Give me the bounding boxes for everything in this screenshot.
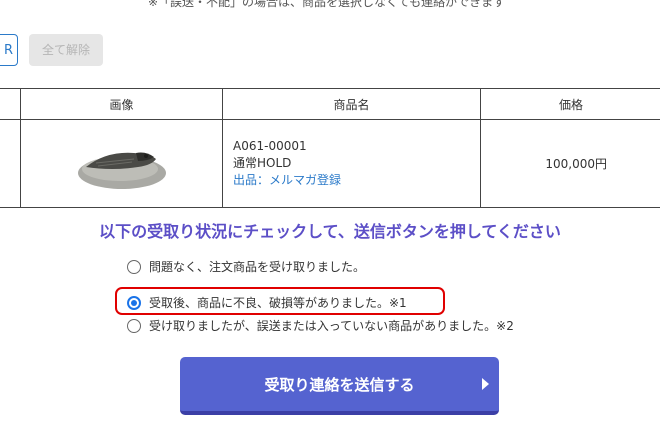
option-defect[interactable]: 受取後、商品に不良、破損等がありました。※1	[127, 294, 407, 311]
table-header-row: 画像 商品名 価格	[0, 88, 660, 120]
product-price: 100,000円	[480, 119, 660, 208]
product-code: A061-00001	[233, 139, 307, 153]
option-label: 受け取りましたが、誤送または入っていない商品がありました。※2	[149, 319, 514, 333]
trilobite-fossil-icon	[77, 152, 166, 189]
row-checkbox-cell[interactable]	[0, 119, 21, 208]
product-table: 画像 商品名 価格 A061-00001 通常HOLD 出品：メルマガ登録 10…	[0, 88, 660, 208]
select-all-button[interactable]: R	[0, 34, 18, 66]
option-missing-item[interactable]: 受け取りましたが、誤送または入っていない商品がありました。※2	[127, 317, 514, 334]
notice-text: ※「誤送・不配」の場合は、商品を選択しなくても連絡ができます	[148, 0, 506, 9]
submit-button[interactable]: 受取り連絡を送信する	[180, 357, 499, 415]
arrow-right-icon	[482, 378, 489, 390]
option-label: 問題なく、注文商品を受け取りました。	[149, 260, 366, 274]
option-label: 受取後、商品に不良、破損等がありました。※1	[149, 296, 407, 310]
radio-button[interactable]	[127, 259, 141, 274]
header-product-name: 商品名	[222, 88, 481, 120]
product-image-cell	[20, 119, 223, 208]
header-price: 価格	[480, 88, 660, 120]
radio-button[interactable]	[127, 318, 141, 333]
option-no-problem[interactable]: 問題なく、注文商品を受け取りました。	[127, 258, 365, 275]
header-image: 画像	[20, 88, 223, 120]
radio-button-selected[interactable]	[127, 295, 141, 310]
header-checkbox-col	[0, 88, 21, 120]
product-name-cell: A061-00001 通常HOLD 出品：メルマガ登録	[222, 119, 481, 208]
product-status: 通常HOLD	[233, 156, 292, 170]
clear-all-button[interactable]: 全て解除	[29, 34, 103, 66]
seller-link[interactable]: 出品：メルマガ登録	[233, 172, 479, 189]
table-row: A061-00001 通常HOLD 出品：メルマガ登録 100,000円	[0, 119, 660, 208]
instruction-heading: 以下の受取り状況にチェックして、送信ボタンを押してください	[99, 222, 561, 241]
submit-label: 受取り連絡を送信する	[264, 375, 415, 394]
